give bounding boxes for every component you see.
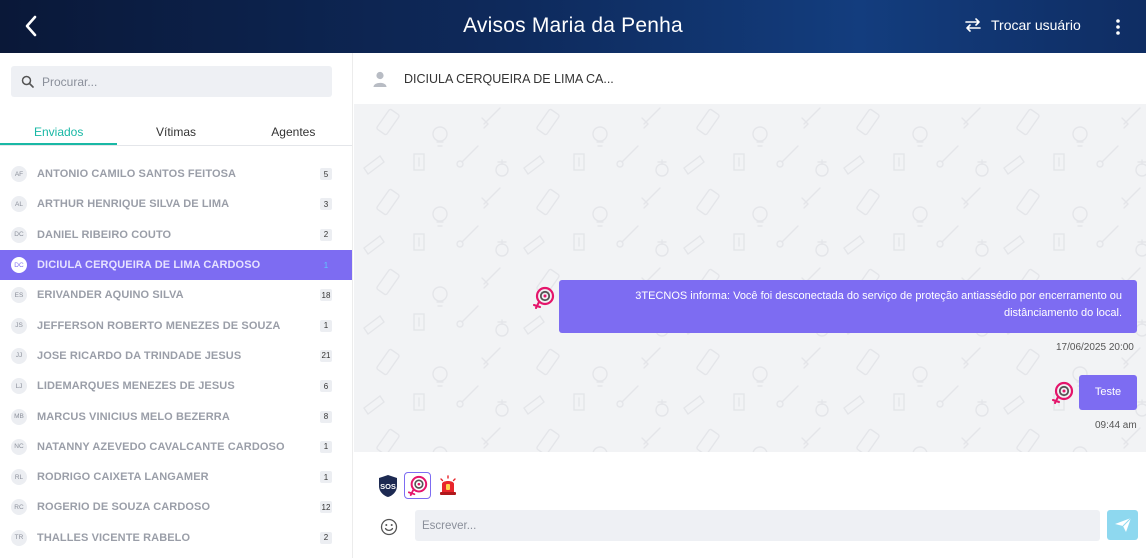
avatar: DC: [11, 257, 27, 274]
contact-name: ARTHUR HENRIQUE SILVA DE LIMA: [37, 198, 230, 211]
search-input[interactable]: [42, 74, 312, 89]
avatar: NC: [11, 438, 27, 455]
message-timestamp: 17/06/2025 20:00: [1056, 342, 1134, 353]
sos-button[interactable]: SOS: [374, 472, 401, 499]
siren-button[interactable]: [434, 472, 461, 499]
avatar: MB: [11, 408, 27, 425]
avatar: DC: [11, 226, 27, 243]
message-timestamp: 09:44 am: [1095, 420, 1137, 431]
app-header: Avisos Maria da Penha Trocar usuário: [0, 0, 1146, 53]
list-item[interactable]: AF ANTONIO CAMILO SANTOS FEITOSA 5: [0, 159, 352, 189]
chat-messages-area: 3TECNOS informa: Você foi desconectada d…: [354, 104, 1146, 452]
send-button[interactable]: [1107, 510, 1138, 540]
contact-name: ANTONIO CAMILO SANTOS FEITOSA: [37, 168, 237, 181]
avatar: LJ: [11, 378, 27, 395]
count-badge: 2: [320, 531, 332, 544]
chat-header: DICIULA CERQUEIRA DE LIMA CA...: [354, 53, 1146, 104]
sos-badge-icon: SOS: [378, 474, 397, 497]
tab-vitimas[interactable]: Vítimas: [117, 117, 234, 145]
svg-text:SOS: SOS: [380, 482, 396, 491]
contact-name: RODRIGO CAIXETA LANGAMER: [37, 471, 209, 484]
contact-name: JEFFERSON ROBERTO MENEZES DE SOUZA: [37, 319, 281, 332]
switch-user-label: Trocar usuário: [991, 17, 1081, 33]
maria-da-penha-icon: [407, 475, 427, 496]
list-item[interactable]: JJ JOSE RICARDO DA TRINDADE JESUS 21: [0, 341, 352, 371]
contact-name: THALLES VICENTE RABELO: [37, 531, 191, 544]
background-pattern: [354, 104, 1146, 452]
siren-icon: [439, 474, 456, 495]
search-box: [11, 66, 332, 97]
list-item[interactable]: MB MARCUS VINICIUS MELO BEZERRA 8: [0, 401, 352, 431]
list-item[interactable]: NC NATANNY AZEVEDO CAVALCANTE CARDOSO 1: [0, 432, 352, 462]
list-item[interactable]: RC ROGERIO DE SOUZA CARDOSO 12: [0, 492, 352, 522]
avatar: JJ: [11, 347, 27, 364]
list-item[interactable]: TR THALLES VICENTE RABELO 2: [0, 523, 352, 553]
switch-user-button[interactable]: Trocar usuário: [964, 17, 1081, 33]
avatar: RL: [11, 469, 27, 486]
list-item[interactable]: DC DANIEL RIBEIRO COUTO 2: [0, 220, 352, 250]
count-badge: 8: [320, 410, 332, 423]
message-input[interactable]: [415, 510, 1100, 541]
search-icon: [21, 75, 34, 88]
list-item[interactable]: LJ LIDEMARQUES MENEZES DE JESUS 6: [0, 371, 352, 401]
count-badge: 1: [320, 259, 332, 272]
maria-da-penha-icon: [533, 286, 555, 309]
person-icon: [373, 71, 387, 87]
contact-name: MARCUS VINICIUS MELO BEZERRA: [37, 410, 230, 423]
contacts-sidebar: Enviados Vítimas Agentes AF ANTONIO CAMIL…: [0, 53, 353, 558]
contact-name: DICIULA CERQUEIRA DE LIMA CARDOSO: [37, 259, 261, 272]
count-badge: 12: [320, 501, 332, 514]
swap-arrows-icon: [965, 18, 981, 32]
count-badge: 1: [320, 471, 332, 484]
send-icon: [1114, 517, 1131, 532]
count-badge: 1: [320, 319, 332, 332]
contact-name: DANIEL RIBEIRO COUTO: [37, 228, 172, 241]
contact-name: ROGERIO DE SOUZA CARDOSO: [37, 501, 211, 514]
tab-enviados[interactable]: Enviados: [0, 117, 118, 145]
message-bubble: 3TECNOS informa: Você foi desconectada d…: [559, 280, 1137, 333]
more-options-button[interactable]: [1108, 17, 1128, 37]
alert-buttons: SOS: [374, 472, 464, 499]
list-item[interactable]: ES ERIVANDER AQUINO SILVA 18: [0, 280, 352, 310]
contact-name: NATANNY AZEVEDO CAVALCANTE CARDOSO: [37, 440, 285, 453]
message-composer: SOS: [354, 452, 1146, 558]
avatar: TR: [11, 529, 27, 546]
avatar: JS: [11, 317, 27, 334]
contact-name: JOSE RICARDO DA TRINDADE JESUS: [37, 349, 242, 362]
count-badge: 1: [320, 440, 332, 453]
list-item[interactable]: RL RODRIGO CAIXETA LANGAMER 1: [0, 462, 352, 492]
maria-da-penha-button[interactable]: [404, 472, 431, 499]
contact-name: LIDEMARQUES MENEZES DE JESUS: [37, 380, 235, 393]
list-item[interactable]: AL ARTHUR HENRIQUE SILVA DE LIMA 3: [0, 189, 352, 219]
avatar: AF: [11, 166, 27, 183]
contact-list: AF ANTONIO CAMILO SANTOS FEITOSA 5 AL ARTHUR…: [0, 159, 352, 553]
chat-contact-name: DICIULA CERQUEIRA DE LIMA CA...: [404, 71, 614, 86]
message-bubble: Teste: [1079, 375, 1137, 410]
kebab-menu-icon: [1116, 19, 1120, 35]
list-item[interactable]: JS JEFFERSON ROBERTO MENEZES DE SOUZA 1: [0, 310, 352, 340]
count-badge: 21: [320, 349, 332, 362]
contact-name: ERIVANDER AQUINO SILVA: [37, 289, 184, 302]
count-badge: 18: [320, 289, 332, 302]
count-badge: 2: [320, 228, 332, 241]
sidebar-tabs: Enviados Vítimas Agentes: [0, 117, 352, 146]
avatar: AL: [11, 196, 27, 213]
avatar: RC: [11, 499, 27, 516]
tab-agentes[interactable]: Agentes: [235, 117, 352, 145]
count-badge: 5: [320, 168, 332, 181]
count-badge: 3: [320, 198, 332, 211]
avatar: ES: [11, 287, 27, 304]
emoji-icon[interactable]: [380, 518, 398, 536]
count-badge: 6: [320, 380, 332, 393]
list-item[interactable]: DC DICIULA CERQUEIRA DE LIMA CARDOSO 1: [0, 249, 352, 281]
maria-da-penha-icon: [1052, 381, 1074, 404]
